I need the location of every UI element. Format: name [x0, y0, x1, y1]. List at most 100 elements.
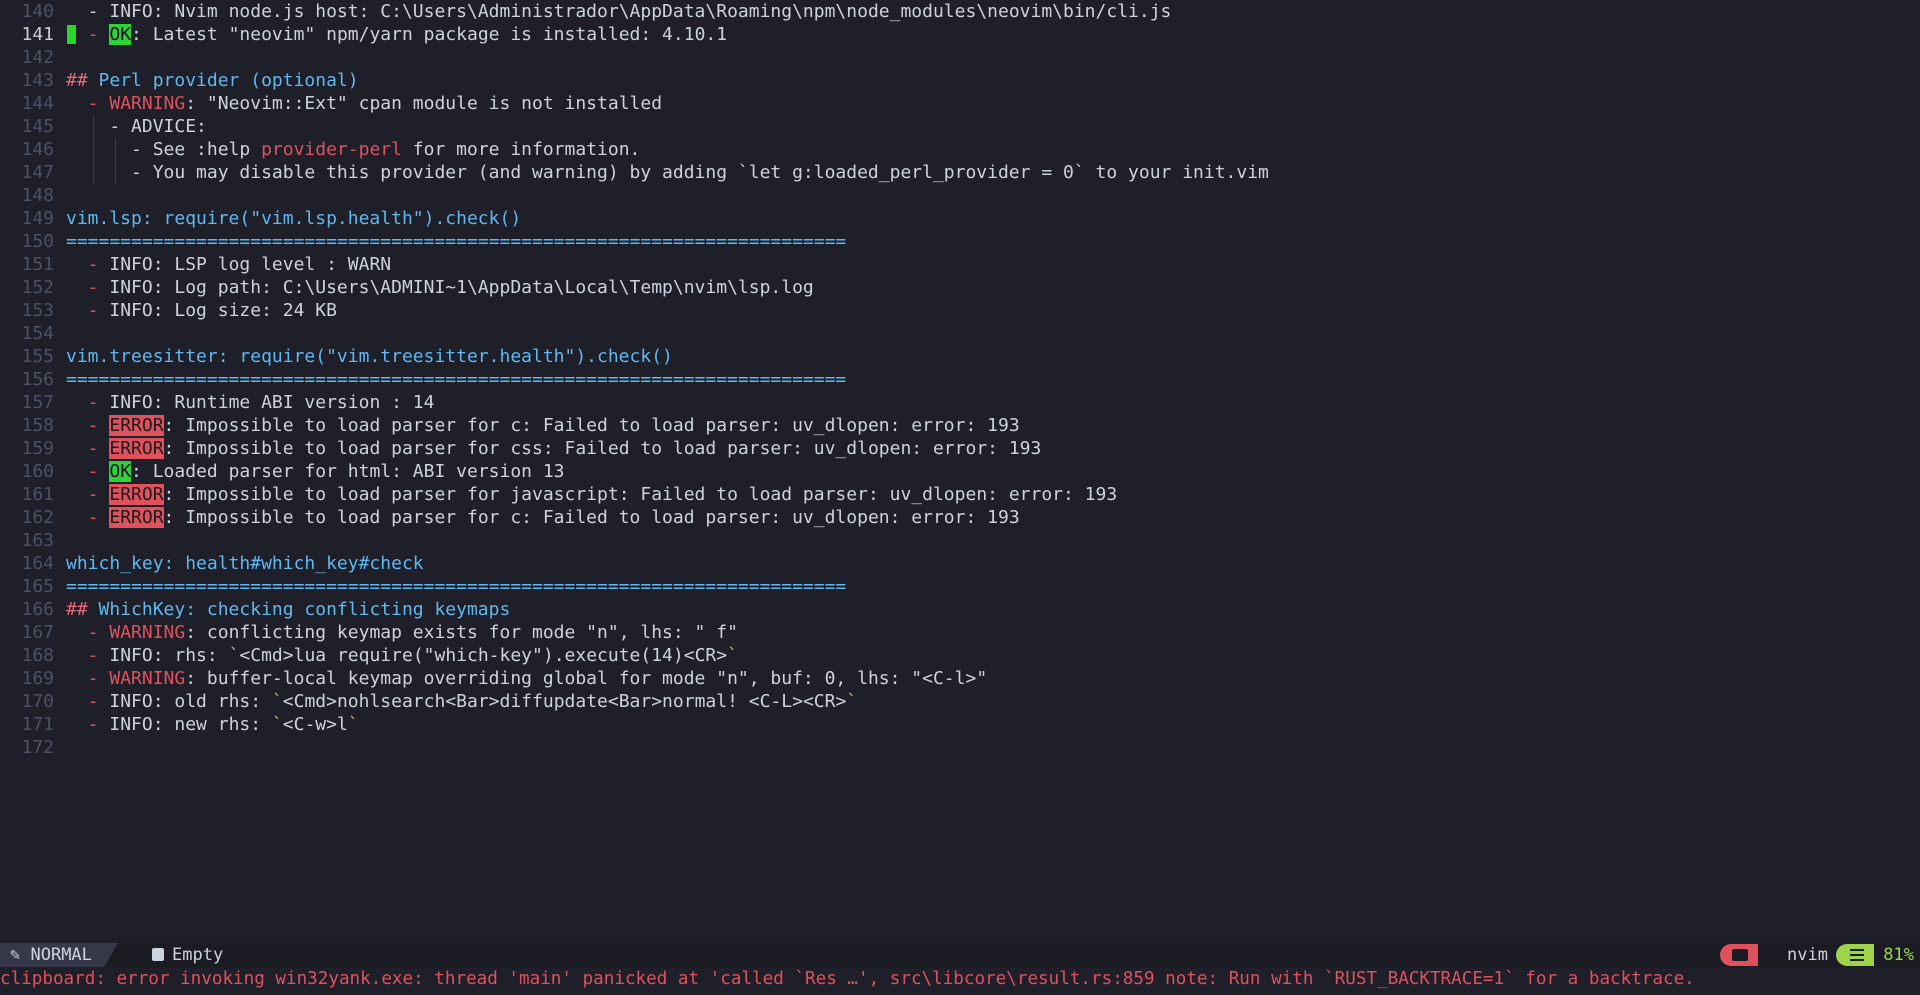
buffer-line[interactable]: 147 - You may disable this provider (and… [0, 161, 1920, 184]
buffer-line[interactable]: 150 =====================================… [0, 230, 1920, 253]
buffer-line[interactable]: 160 - OK: Loaded parser for html: ABI ve… [0, 460, 1920, 483]
statusline: ✎ NORMAL Empty nvim 81% [0, 943, 1920, 967]
line-text: - INFO: old rhs: `<Cmd>nohlsearch<Bar>di… [66, 690, 857, 713]
buffer-line[interactable]: 149 vim.lsp: require("vim.lsp.health").ch… [0, 207, 1920, 230]
line-text: - WARNING: conflicting keymap exists for… [66, 621, 738, 644]
buffer-line[interactable]: 168 - INFO: rhs: `<Cmd>lua require("whic… [0, 644, 1920, 667]
buffer-line[interactable]: 155 vim.treesitter: require("vim.treesitt… [0, 345, 1920, 368]
text-segment: vim.treesitter: require("vim.treesitter.… [66, 346, 673, 367]
text-segment: ` [271, 714, 283, 735]
file-icon [152, 948, 164, 961]
text-segment: ` [846, 691, 858, 712]
text-segment: - [66, 277, 110, 298]
line-number: 167 [21, 622, 54, 643]
text-segment: INFO: Log path: C:\Users\ADMINI~1\AppDat… [109, 277, 814, 298]
buffer-line[interactable]: 161 - ERROR: Impossible to load parser f… [0, 483, 1920, 506]
line-number: 140 [21, 1, 54, 22]
buffer-line[interactable]: 170 - INFO: old rhs: `<Cmd>nohlsearch<Ba… [0, 690, 1920, 713]
buffer-line[interactable]: 159 - ERROR: Impossible to load parser f… [0, 437, 1920, 460]
buffer-line[interactable]: 151 - INFO: LSP log level : WARN [0, 253, 1920, 276]
text-segment: - [66, 714, 110, 735]
line-text: - INFO: Log path: C:\Users\ADMINI~1\AppD… [66, 276, 814, 299]
line-number: 142 [21, 47, 54, 68]
line-text: ## WhichKey: checking conflicting keymap… [66, 598, 510, 621]
text-segment: - You may disable this provider (and war… [66, 162, 1269, 183]
text-segment: INFO: LSP log level : WARN [109, 254, 392, 275]
progress-icon [1850, 949, 1864, 961]
text-segment: <Cmd>nohlsearch<Bar>diffupdate<Bar>norma… [282, 691, 847, 712]
line-text: - INFO: Runtime ABI version : 14 [66, 391, 435, 414]
line-text: - ADVICE: [66, 115, 207, 138]
line-text: - ERROR: Impossible to load parser for c… [66, 437, 1041, 460]
line-number: 158 [21, 415, 54, 436]
line-number: 153 [21, 300, 54, 321]
line-number: 168 [21, 645, 54, 666]
text-segment: - [66, 507, 110, 528]
text-segment: ` [347, 714, 359, 735]
text-segment: WARNING [109, 93, 186, 114]
buffer-line[interactable]: 157 - INFO: Runtime ABI version : 14 [0, 391, 1920, 414]
buffer-line[interactable]: 163 [0, 529, 1920, 552]
line-number: 161 [21, 484, 54, 505]
line-number: 166 [21, 599, 54, 620]
buffer-line[interactable]: 145 - ADVICE: [0, 115, 1920, 138]
buffer-line[interactable]: 148 [0, 184, 1920, 207]
text-segment: ` [228, 645, 240, 666]
buffer-line[interactable]: 156 =====================================… [0, 368, 1920, 391]
buffer-line[interactable]: 144 - WARNING: "Neovim::Ext" cpan module… [0, 92, 1920, 115]
line-text: - WARNING: buffer-local keymap overridin… [66, 667, 987, 690]
line-text: ========================================… [66, 575, 846, 598]
text-segment: ## [66, 70, 99, 91]
buffer-line[interactable]: 142 [0, 46, 1920, 69]
line-number: 165 [21, 576, 54, 597]
line-text: - WARNING: "Neovim::Ext" cpan module is … [66, 92, 662, 115]
line-number: 172 [21, 737, 54, 758]
text-segment: - [66, 438, 110, 459]
line-number: 147 [21, 162, 54, 183]
line-text: ========================================… [66, 368, 846, 391]
buffer-line[interactable]: 172 [0, 736, 1920, 759]
text-segment: <Cmd>lua require("which-key").execute(14… [239, 645, 728, 666]
buffer-line[interactable]: 154 [0, 322, 1920, 345]
buffer-line[interactable]: 143 ## Perl provider (optional) [0, 69, 1920, 92]
line-number: 160 [21, 461, 54, 482]
command-line-message[interactable]: clipboard: error invoking win32yank.exe:… [0, 967, 1920, 991]
buffer-line[interactable]: 152 - INFO: Log path: C:\Users\ADMINI~1\… [0, 276, 1920, 299]
text-segment: : Impossible to load parser for c: Faile… [163, 415, 1020, 436]
text-segment: - [66, 691, 110, 712]
line-number: 170 [21, 691, 54, 712]
line-text: - ERROR: Impossible to load parser for c… [66, 506, 1020, 529]
line-number: 163 [21, 530, 54, 551]
line-text: - See :help provider-perl for more infor… [66, 138, 640, 161]
file-label: Empty [172, 945, 224, 965]
line-number: 151 [21, 254, 54, 275]
text-segment: <C-w>l [282, 714, 348, 735]
buffer-line[interactable]: 158 - ERROR: Impossible to load parser f… [0, 414, 1920, 437]
line-text: - INFO: rhs: `<Cmd>lua require("which-ke… [66, 644, 738, 667]
text-segment: : "Neovim::Ext" cpan module is not insta… [185, 93, 663, 114]
text-segment: INFO: Nvim node.js host: C:\Users\Admini… [109, 1, 1172, 22]
text-segment: - [66, 392, 110, 413]
buffer-line[interactable]: 169 - WARNING: buffer-local keymap overr… [0, 667, 1920, 690]
health-check-buffer[interactable]: 140 - INFO: Nvim node.js host: C:\Users\… [0, 0, 1920, 759]
text-segment: - [66, 254, 110, 275]
ok-tag: OK [109, 461, 132, 482]
line-text: - INFO: Log size: 24 KB [66, 299, 337, 322]
buffer-line[interactable]: 140 - INFO: Nvim node.js host: C:\Users\… [0, 0, 1920, 23]
buffer-line[interactable]: 164 which_key: health#which_key#check [0, 552, 1920, 575]
line-text: - ERROR: Impossible to load parser for c… [66, 414, 1020, 437]
buffer-line[interactable]: 166 ## WhichKey: checking conflicting key… [0, 598, 1920, 621]
text-segment: WARNING [109, 622, 186, 643]
buffer-line[interactable]: 146 - See :help provider-perl for more i… [0, 138, 1920, 161]
buffer-line[interactable]: 162 - ERROR: Impossible to load parser f… [0, 506, 1920, 529]
buffer-line[interactable]: 141 - OK: Latest "neovim" npm/yarn packa… [0, 23, 1920, 46]
buffer-line[interactable]: 171 - INFO: new rhs: `<C-w>l` [0, 713, 1920, 736]
text-segment: vim.lsp: require("vim.lsp.health").check… [66, 208, 522, 229]
text-segment: - [66, 484, 110, 505]
buffer-line[interactable]: 167 - WARNING: conflicting keymap exists… [0, 621, 1920, 644]
text-segment: ========================================… [66, 369, 847, 390]
buffer-line[interactable]: 153 - INFO: Log size: 24 KB [0, 299, 1920, 322]
buffer-line[interactable]: 165 =====================================… [0, 575, 1920, 598]
line-text: - INFO: LSP log level : WARN [66, 253, 391, 276]
line-text: - OK: Latest "neovim" npm/yarn package i… [66, 23, 727, 46]
